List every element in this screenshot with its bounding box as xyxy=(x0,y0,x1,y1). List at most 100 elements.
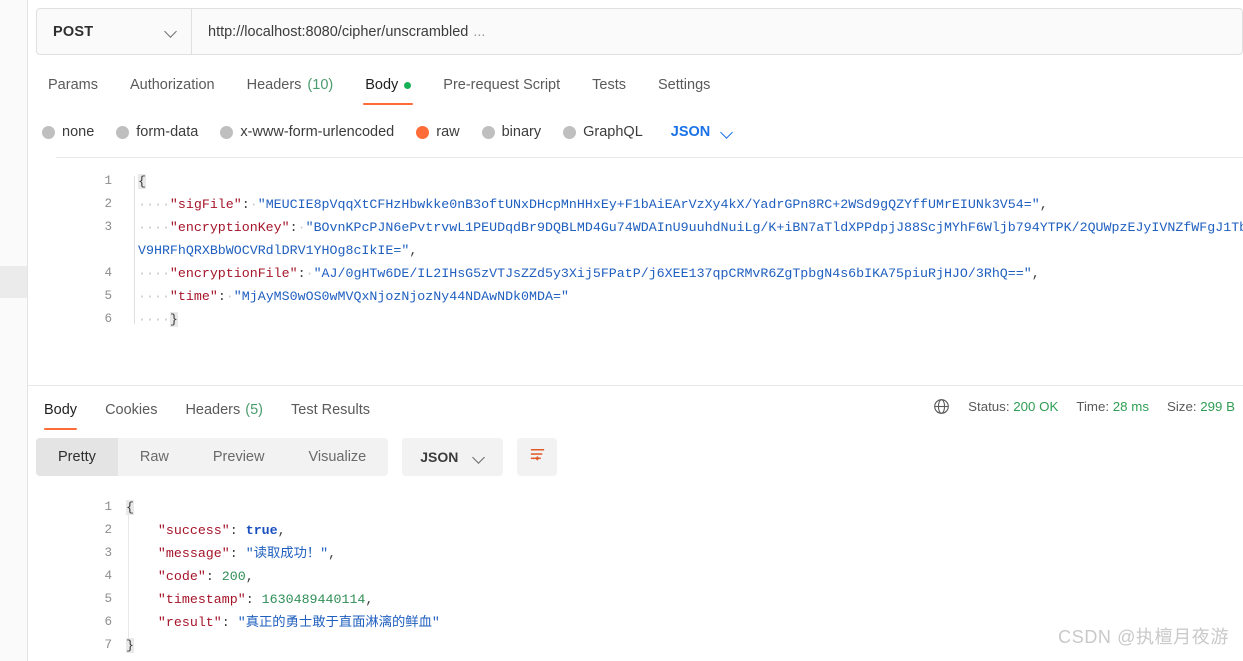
response-tab-label: Test Results xyxy=(291,402,370,418)
response-view-pretty[interactable]: Pretty xyxy=(36,438,118,476)
code-token: ···· xyxy=(138,220,170,235)
code-token: { xyxy=(138,174,146,189)
request-tab-count: (10) xyxy=(307,77,334,93)
code-token: "encryptionFile" xyxy=(169,266,298,281)
code-token: "sigFile" xyxy=(169,197,242,212)
raw-format-selector[interactable]: JSON xyxy=(671,124,734,140)
code-token: , xyxy=(328,546,337,561)
code-token: } xyxy=(169,312,178,327)
code-token: · xyxy=(297,220,306,235)
code-token: ···· xyxy=(138,312,170,327)
url-input[interactable]: http://localhost:8080/cipher/unscrambled… xyxy=(192,9,1242,54)
response-tabs: Body Cookies Headers (5) Test Results xyxy=(36,396,384,430)
body-type-x-www-form-urlencoded[interactable]: x-www-form-urlencoded xyxy=(220,124,394,140)
code-token: true xyxy=(245,523,278,538)
code-token: : xyxy=(241,197,250,212)
response-view-visualize[interactable]: Visualize xyxy=(286,438,388,476)
code-line: 6 ····} xyxy=(88,308,1243,331)
line-number: 4 xyxy=(104,569,112,583)
radio-icon xyxy=(220,125,234,139)
code-text: "code": 200, xyxy=(126,565,1188,588)
body-type-form-data[interactable]: form-data xyxy=(116,124,198,140)
size-label: Size: xyxy=(1166,399,1197,414)
response-tab-test-results[interactable]: Test Results xyxy=(277,396,384,424)
response-tab-body[interactable]: Body xyxy=(36,396,91,430)
code-token: : xyxy=(229,523,246,538)
response-view-raw[interactable]: Raw xyxy=(118,438,191,476)
raw-format-label: JSON xyxy=(670,124,711,140)
code-token: ···· xyxy=(138,266,170,281)
response-tab-label: Cookies xyxy=(105,402,158,418)
code-token: : xyxy=(245,592,262,607)
code-line: 5 ····"time":·"MjAyMS0wOS0wMVQxNjozNjozNy… xyxy=(88,285,1243,308)
method-selector[interactable]: POST xyxy=(37,9,192,54)
request-tab-settings[interactable]: Settings xyxy=(642,70,726,100)
code-token: 1630489440114 xyxy=(261,592,366,607)
code-token: · xyxy=(249,197,258,212)
code-line: 2 "success": true, xyxy=(88,519,1188,542)
code-token: : xyxy=(289,220,298,235)
code-line: 1{ xyxy=(88,496,1188,519)
response-format-label: JSON xyxy=(420,449,459,465)
body-modified-indicator-icon xyxy=(404,81,412,89)
response-tab-label: Body xyxy=(44,402,78,418)
url-text: http://localhost:8080/cipher/unscrambled xyxy=(208,23,469,40)
code-token: , xyxy=(1031,266,1040,281)
url-ellipsis: ... xyxy=(473,23,486,40)
request-tab-label: Params xyxy=(48,77,98,93)
code-token: "AJ/0gHTw6DE/IL2IHsG5zVTJsZZd5y3Xij5FPat… xyxy=(313,266,1032,281)
line-number: 1 xyxy=(104,500,112,514)
code-token: "读取成功！" xyxy=(245,546,329,561)
request-tab-tests[interactable]: Tests xyxy=(576,70,642,100)
response-tab-headers[interactable]: Headers (5) xyxy=(171,396,277,424)
wrap-lines-icon xyxy=(528,445,547,469)
line-number: 6 xyxy=(104,615,112,629)
body-type-graphql[interactable]: GraphQL xyxy=(563,124,643,140)
code-token: ···· xyxy=(138,289,170,304)
code-token: "success" xyxy=(157,523,230,538)
request-body-editor[interactable]: 1{2 ····"sigFile":·"MEUCIE8pVqqXtCFHzHbwk… xyxy=(88,170,1243,331)
line-number: 1 xyxy=(104,174,112,188)
code-line: 5 "timestamp": 1630489440114, xyxy=(88,588,1188,611)
response-tab-count: (5) xyxy=(245,402,263,418)
request-tab-params[interactable]: Params xyxy=(36,70,114,100)
body-type-raw[interactable]: raw xyxy=(416,124,460,140)
response-tab-cookies[interactable]: Cookies xyxy=(91,396,171,424)
line-number: 3 xyxy=(104,546,112,560)
radio-icon xyxy=(116,125,130,139)
request-tab-body[interactable]: Body xyxy=(349,70,427,105)
body-type-binary[interactable]: binary xyxy=(481,124,541,140)
body-type-none[interactable]: none xyxy=(42,124,94,140)
line-number: 4 xyxy=(104,266,112,280)
response-view-preview[interactable]: Preview xyxy=(191,438,287,476)
code-line: 3 "message": "读取成功！", xyxy=(88,542,1188,565)
request-tab-label: Pre-request Script xyxy=(443,77,561,93)
code-text: ····} xyxy=(138,308,1243,331)
code-text: ····"encryptionFile":·"AJ/0gHTw6DE/IL2IH… xyxy=(138,262,1243,285)
radio-icon xyxy=(563,125,577,139)
line-number: 3 xyxy=(104,220,112,234)
url-bar: POST http://localhost:8080/cipher/unscra… xyxy=(36,8,1243,55)
chevron-down-icon xyxy=(722,127,733,138)
request-tab-headers[interactable]: Headers (10) xyxy=(231,70,350,100)
request-tab-pre-request-script[interactable]: Pre-request Script xyxy=(427,70,576,100)
request-tab-label: Tests xyxy=(592,77,626,93)
code-token: } xyxy=(126,638,134,653)
code-text: } xyxy=(126,634,1188,657)
code-text: "message": "读取成功！", xyxy=(126,542,1188,565)
radio-icon xyxy=(42,125,55,139)
body-type-label: x-www-form-urlencoded xyxy=(240,124,395,140)
radio-icon xyxy=(416,125,430,139)
request-tab-authorization[interactable]: Authorization xyxy=(114,70,231,100)
response-body-editor[interactable]: 1{2 "success": true, 3 "message": "读取成功！"… xyxy=(88,496,1188,657)
code-line: 4 ····"encryptionFile":·"AJ/0gHTw6DE/IL2I… xyxy=(88,262,1243,285)
code-token: : xyxy=(221,615,238,630)
wrap-lines-button[interactable] xyxy=(517,438,558,476)
request-tabs: Params Authorization Headers (10) Body Pre-re… xyxy=(36,70,726,105)
response-format-selector[interactable]: JSON xyxy=(402,438,504,476)
code-token: "MjAyMS0wOS0wMVQxNjozNjozNy44NDAwNDk0MDA… xyxy=(233,289,569,304)
code-text: ····"time":·"MjAyMS0wOS0wMVQxNjozNjozNy4… xyxy=(138,285,1243,308)
